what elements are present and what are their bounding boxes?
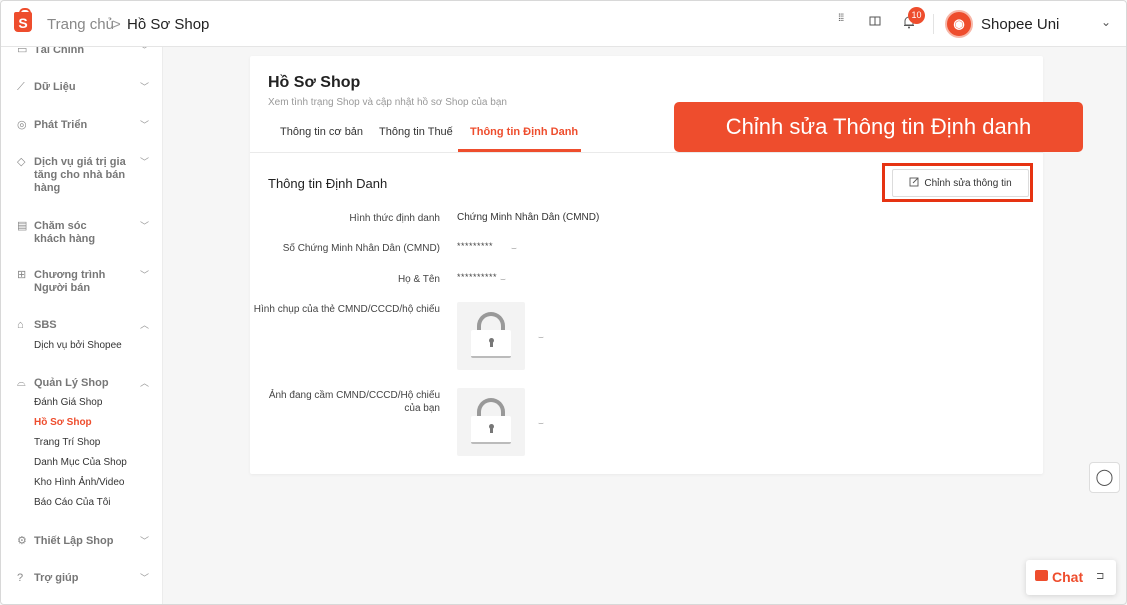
chevron-up-icon: ︿ [140,320,150,330]
chevron-down-icon: ﹀ [140,120,150,130]
section-title: Thông tin Định Danh [268,176,388,191]
sidebar-group-label: Trợ giúp [34,572,79,584]
sidebar-group-data[interactable]: ⟋ Dữ Liệu ﹀ [1,81,162,94]
top-bar: S Trang chủ > Hồ Sơ Shop ⁞⁞⁞ 10 ◉ Shopee… [1,1,1126,47]
chart-icon: ⟋ [17,81,25,93]
breadcrumb-separator: > [112,16,121,33]
id-photo-locked [457,302,525,370]
field-label-selfie-photo: Ảnh đang cầm CMND/CCCD/Hộ chiếu của bạn [268,390,440,414]
sidebar-group-label: Tài Chính [34,47,85,56]
tab-identity-info[interactable]: Thông tin Định Danh [470,126,578,138]
tab-divider [250,152,1043,153]
chevron-down-icon: ﹀ [140,157,150,167]
notification-badge: 10 [908,7,925,24]
settings-icon: ⚙ [17,535,27,547]
warehouse-icon: ⌂ [17,319,24,331]
chevron-up-icon: ︿ [140,378,150,388]
field-label-id-number: Số Chứng Minh Nhân Dân (CMND) [282,243,440,254]
avatar[interactable]: ◉ [945,10,973,38]
sidebar-group-help[interactable]: ? Trợ giúp ﹀ [1,572,162,585]
account-name[interactable]: Shopee Uni [981,16,1059,33]
breadcrumb-current: Hồ Sơ Shop [127,16,210,33]
field-value-full-name: ********** [457,272,498,282]
selfie-photo-locked [457,388,525,456]
wallet-icon: ▭ [17,47,28,56]
edit-button-highlight [882,163,1033,202]
field-label-id-type: Hình thức định danh [349,213,440,224]
chat-widget[interactable]: Chat ⊐ [1026,560,1116,595]
sidebar-item-media-library[interactable]: Kho Hình Ảnh/Video [1,473,162,493]
expand-icon[interactable]: ⊐ [1096,571,1104,582]
chevron-down-icon: ﹀ [140,221,150,231]
sidebar-group-label: Chương trình Người bán [34,269,106,294]
sidebar-group-label: SBS [34,319,57,331]
chevron-down-icon: ﹀ [140,82,150,92]
chevron-down-icon: ﹀ [140,270,150,280]
headset-icon[interactable]: ◯ [1089,462,1120,493]
book-icon[interactable] [869,15,881,30]
tab-tax-info[interactable]: Thông tin Thuế [379,126,453,138]
sidebar-group-finance[interactable]: ▭ Tài Chính ﹀ [1,47,162,57]
sidebar-group-shop-management[interactable]: ⌓ Quản Lý Shop ︿ Đánh Giá Shop Hồ Sơ Shop … [1,377,162,513]
chat-icon: ▤ [17,220,28,232]
chat-icon [1035,570,1048,581]
sidebar-group-label: Dữ Liệu [34,81,76,93]
chevron-down-icon: ﹀ [140,573,150,583]
chat-label: Chat [1052,569,1084,585]
sidebar-group-seller-program[interactable]: ⊞ Chương trình Người bán ﹀ [1,269,162,295]
sidebar-item-shop-categories[interactable]: Danh Mục Của Shop [1,453,162,473]
sidebar-group-label: Chăm sóc khách hàng [34,220,96,245]
apps-icon[interactable]: ⁞⁞⁞ [838,14,850,24]
program-icon: ⊞ [17,269,27,281]
sidebar-group-customer-care[interactable]: ▤ Chăm sóc khách hàng ﹀ [1,220,162,246]
eye-closed-icon[interactable]: ⌣ [511,243,517,254]
app-window: S Trang chủ > Hồ Sơ Shop ⁞⁞⁞ 10 ◉ Shopee… [0,0,1127,605]
sidebar-group-shop-settings[interactable]: ⚙ Thiết Lập Shop ﹀ [1,535,162,548]
sidebar-group-label: Phát Triển [34,119,88,131]
sidebar-item-shop-decoration[interactable]: Trang Trí Shop [1,433,162,453]
sidebar-group-growth[interactable]: ◎ Phát Triển ﹀ [1,119,162,132]
edit-identity-annotation: Chỉnh sửa Thông tin Định danh [674,102,1083,152]
sidebar-item-shop-reviews[interactable]: Đánh Giá Shop [1,393,162,413]
eye-closed-icon[interactable]: ⌣ [500,274,506,285]
diamond-icon: ◇ [17,156,26,168]
field-value-id-number: ********* [457,241,494,251]
eye-closed-icon[interactable]: ⌣ [538,332,544,343]
field-value-id-type: Chứng Minh Nhân Dân (CMND) [457,212,600,223]
chevron-down-icon: ﹀ [140,47,150,55]
chevron-down-icon[interactable]: ⌄ [1101,15,1111,29]
sidebar-item-shop-profile[interactable]: Hồ Sơ Shop [1,413,162,433]
sidebar-group-label: Thiết Lập Shop [34,535,114,547]
sidebar-group-value-services[interactable]: ◇ Dịch vụ giá trị gia tăng cho nhà bán hà… [1,156,162,195]
shopee-logo-icon[interactable]: S [14,8,32,32]
growth-icon: ◎ [17,119,27,131]
sidebar-group-sbs[interactable]: ⌂ SBS ︿ Dịch vụ bởi Shopee [1,319,162,356]
header-divider [933,14,934,34]
sidebar-group-label: Dịch vụ giá trị gia tăng cho nhà bán hàn… [34,156,126,194]
field-label-full-name: Họ & Tên [397,274,440,285]
page-title: Hồ Sơ Shop [268,74,361,91]
tab-basic-info[interactable]: Thông tin cơ bản [280,126,363,138]
sidebar-group-label: Quản Lý Shop [34,377,109,389]
eye-closed-icon[interactable]: ⌣ [538,418,544,429]
help-icon: ? [17,572,24,584]
page-subtitle: Xem tình trạng Shop và cập nhật hồ sơ Sh… [268,97,507,108]
sidebar-item-my-reports[interactable]: Báo Cáo Của Tôi [1,493,162,513]
breadcrumb-home[interactable]: Trang chủ [47,16,114,33]
sidebar: ▭ Tài Chính ﹀ ⟋ Dữ Liệu ﹀ ◎ Phát Triển ﹀ ◇ Dịch… [1,47,163,604]
sidebar-item-sbs-service[interactable]: Dịch vụ bởi Shopee [1,336,162,356]
shop-icon: ⌓ [17,377,26,389]
field-label-id-photo: Hình chụp của thẻ CMND/CCCD/hộ chiếu [253,304,440,315]
chevron-down-icon: ﹀ [140,536,150,546]
